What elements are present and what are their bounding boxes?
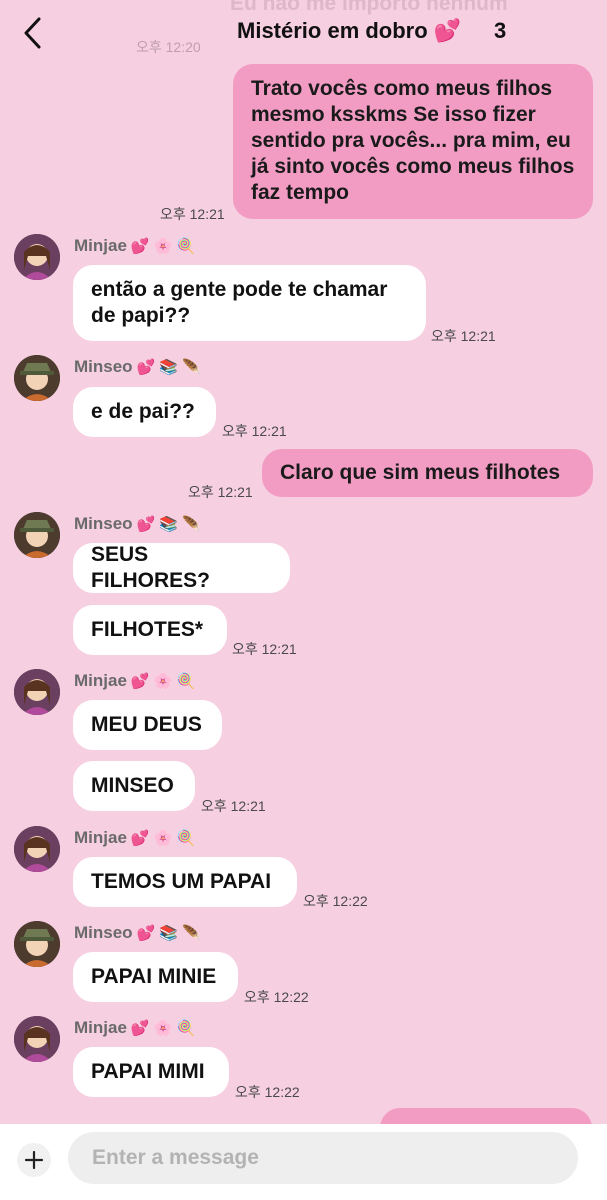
member-count: 3: [494, 18, 507, 43]
message-text: Claro que sim meus filhotes: [280, 461, 561, 484]
sender-label: Minseo: [74, 357, 133, 376]
message-time: 오후 12:21: [160, 206, 225, 222]
message-time: 오후 12:21: [232, 641, 297, 657]
outgoing-message-bubble: Claro que sim meus filhotes: [262, 449, 593, 497]
avatar-image: [14, 512, 60, 558]
sender-label: Minseo: [74, 514, 133, 533]
message-text: PAPAI MINIE: [91, 965, 217, 988]
back-button[interactable]: [20, 16, 50, 50]
message-time: 오후 12:21: [188, 484, 253, 500]
avatar-image: [14, 669, 60, 715]
sender-name: Minseo 💕 📚 🪶: [74, 357, 201, 377]
avatar-image: [14, 1016, 60, 1062]
message-text: então a gente pode te chamar de papi??: [91, 278, 388, 327]
message-text: MEU DEUS: [91, 713, 202, 736]
sender-emoji: 💕 📚 🪶: [136, 925, 201, 942]
sender-emoji: 💕 📚 🪶: [136, 359, 201, 376]
message-time: 오후 12:21: [431, 328, 496, 344]
avatar-image: [14, 826, 60, 872]
sender-label: Minjae: [74, 671, 127, 690]
sender-label: Minseo: [74, 923, 133, 942]
incoming-message-bubble: PAPAI MIMI: [73, 1047, 229, 1097]
avatar-image: [14, 921, 60, 967]
incoming-message-bubble: PAPAI MINIE: [73, 952, 238, 1002]
incoming-message-bubble: SEUS FILHORES?: [73, 543, 290, 593]
message-text: MINSEO: [91, 774, 174, 797]
sender-emoji: 💕 🌸 🍭: [130, 673, 196, 690]
sender-label: Minjae: [74, 1018, 127, 1037]
message-text: TEMOS UM PAPAI: [91, 870, 272, 893]
incoming-message-bubble: TEMOS UM PAPAI: [73, 857, 297, 907]
sender-emoji: 💕 📚 🪶: [136, 516, 201, 533]
sender-name: Minjae 💕 🌸 🍭: [74, 236, 195, 256]
avatar-minjae[interactable]: [14, 826, 60, 872]
message-text: SEUS FILHORES?: [91, 543, 210, 592]
avatar-minjae[interactable]: [14, 1016, 60, 1062]
avatar-minseo[interactable]: [14, 512, 60, 558]
avatar-minjae[interactable]: [14, 669, 60, 715]
message-text: Trato vocês como meus filhos mesmo ksskm…: [251, 77, 575, 204]
message-time: 오후 12:22: [244, 989, 309, 1005]
outgoing-message-bubble: Trato vocês como meus filhos mesmo ksskm…: [233, 64, 593, 219]
incoming-message-bubble: MINSEO: [73, 761, 195, 811]
incoming-message-bubble: e de pai??: [73, 387, 216, 437]
sender-emoji: 💕 🌸 🍭: [130, 830, 196, 847]
message-text: e de pai??: [91, 400, 195, 423]
scrolled-message-preview: Eu não me importo nenhum: [230, 0, 508, 15]
message-text: PAPAI MIMI: [91, 1060, 205, 1083]
avatar-minseo[interactable]: [14, 355, 60, 401]
incoming-message-bubble: FILHOTES*: [73, 605, 227, 655]
chat-header: Eu não me importo nenhum 오후 12:20 Mistér…: [0, 0, 607, 64]
sender-label: Minjae: [74, 236, 127, 255]
chevron-left-icon: [24, 17, 41, 49]
sender-label: Minjae: [74, 828, 127, 847]
sender-emoji: 💕 🌸 🍭: [130, 1020, 196, 1037]
sender-emoji: 💕 🌸 🍭: [130, 238, 196, 255]
chat-title: Mistério em dobro 💕: [237, 18, 462, 43]
scrolled-message-time: 오후 12:20: [136, 39, 201, 55]
message-time: 오후 12:21: [201, 798, 266, 814]
sender-name: Minjae 💕 🌸 🍭: [74, 671, 195, 691]
avatar-image: [14, 355, 60, 401]
attach-button[interactable]: [17, 1143, 51, 1177]
avatar-minseo[interactable]: [14, 921, 60, 967]
avatar-minjae[interactable]: [14, 234, 60, 280]
sender-name: Minseo 💕 📚 🪶: [74, 923, 201, 943]
incoming-message-bubble: então a gente pode te chamar de papi??: [73, 265, 426, 341]
sender-name: Minseo 💕 📚 🪶: [74, 514, 201, 534]
sender-name: Minjae 💕 🌸 🍭: [74, 828, 195, 848]
message-text: FILHOTES*: [91, 618, 204, 641]
message-composer: [0, 1124, 607, 1200]
avatar-image: [14, 234, 60, 280]
incoming-message-bubble: MEU DEUS: [73, 700, 222, 750]
sender-name: Minjae 💕 🌸 🍭: [74, 1018, 195, 1038]
message-input[interactable]: [68, 1132, 578, 1184]
message-time: 오후 12:22: [235, 1084, 300, 1100]
message-time: 오후 12:21: [222, 423, 287, 439]
message-time: 오후 12:22: [303, 893, 368, 909]
plus-icon: [24, 1150, 44, 1170]
